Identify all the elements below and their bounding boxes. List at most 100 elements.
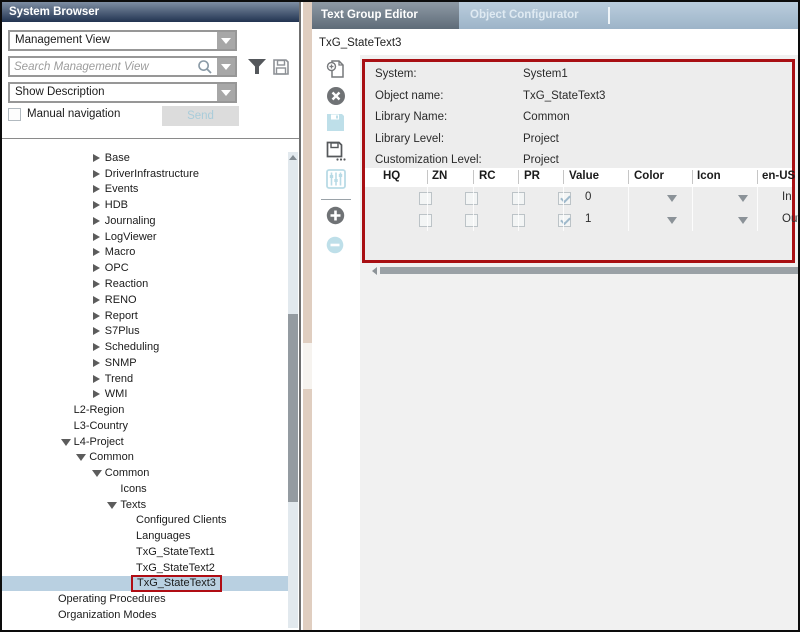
search-box[interactable] [8,56,237,77]
save-view-icon[interactable] [272,58,290,81]
tree-item-operating-procedures[interactable]: Operating Procedures [2,591,288,607]
tab-text-group-editor[interactable]: Text Group Editor [312,2,459,29]
icon-dropdown-icon[interactable] [738,217,748,224]
chevron-right-icon[interactable] [92,200,105,210]
tree-scrollbar[interactable] [288,152,298,628]
chevron-down-icon[interactable] [76,452,89,462]
column-header-icon[interactable]: Icon [697,170,721,182]
column-header-zn[interactable]: ZN [432,170,447,182]
field-value: TxG_StateText3 [523,86,605,108]
column-header-rc[interactable]: RC [479,170,496,182]
pr-checkbox[interactable] [558,192,571,205]
column-header-pr[interactable]: PR [524,170,540,182]
chevron-right-icon[interactable] [92,374,105,384]
tree-item-trend[interactable]: Trend [2,371,288,387]
tree-item-hdb[interactable]: HDB [2,197,288,213]
color-dropdown-icon[interactable] [667,217,677,224]
tree-item-snmp[interactable]: SNMP [2,355,288,371]
tree-item-wmi[interactable]: WMI [2,386,288,402]
tree-scrollbar-thumb[interactable] [288,314,298,502]
tree-item-organization-modes[interactable]: Organization Modes [2,607,288,623]
filter-icon[interactable] [247,58,267,81]
color-dropdown-icon[interactable] [667,195,677,202]
search-input[interactable] [12,58,191,75]
zn-checkbox[interactable] [465,192,478,205]
chevron-down-icon[interactable] [217,32,235,49]
tree-item-macro[interactable]: Macro [2,245,288,261]
chevron-down-icon[interactable] [217,58,235,75]
column-header-hq[interactable]: HQ [383,170,400,182]
tree-item-l4-project[interactable]: L4-Project [2,434,288,450]
manual-navigation-checkbox[interactable] [8,108,21,121]
tree-item-l2-region[interactable]: L2-Region [2,402,288,418]
hq-checkbox[interactable] [419,192,432,205]
editor-toolbar [312,55,360,630]
remove-row-icon[interactable] [326,236,346,256]
chevron-right-icon[interactable] [92,153,105,163]
splitter-handle[interactable] [303,343,312,389]
tree-item-s7plus[interactable]: S7Plus [2,323,288,339]
chevron-right-icon[interactable] [92,169,105,179]
tree-item-txg-statetext3[interactable]: TxG_StateText3 [2,576,288,592]
tab-object-configurator[interactable]: Object Configurator [459,2,609,29]
tree-item-languages[interactable]: Languages [2,528,288,544]
chevron-down-icon[interactable] [61,437,74,447]
column-header-color[interactable]: Color [634,170,664,182]
tree-item-base[interactable]: Base [2,150,288,166]
column-header-value[interactable]: Value [569,170,599,182]
send-button[interactable]: Send [162,106,239,126]
panel-splitter[interactable] [303,2,312,630]
tree-item-report[interactable]: Report [2,308,288,324]
tree-item-events[interactable]: Events [2,182,288,198]
chevron-right-icon[interactable] [92,216,105,226]
delete-icon[interactable] [326,86,346,106]
column-settings-icon[interactable] [326,169,346,189]
zn-checkbox[interactable] [465,214,478,227]
chevron-down-icon[interactable] [107,500,120,510]
tree-item-label: TxG_StateText3 [131,575,222,592]
chevron-right-icon[interactable] [92,263,105,273]
chevron-right-icon[interactable] [92,247,105,257]
horizontal-scrollbar-thumb[interactable] [380,267,798,274]
scroll-up-icon[interactable] [289,155,297,160]
tree-item-texts[interactable]: Texts [2,497,288,513]
description-selector[interactable]: Show Description [8,82,237,103]
tree-item-common[interactable]: Common [2,450,288,466]
add-row-icon[interactable] [326,206,346,226]
tree-item-journaling[interactable]: Journaling [2,213,288,229]
tree-item-txg-statetext2[interactable]: TxG_StateText2 [2,560,288,576]
new-text-group-icon[interactable] [326,59,346,79]
tree-item-icons[interactable]: Icons [2,481,288,497]
tree-item-scheduling[interactable]: Scheduling [2,339,288,355]
tree-item-label: Texts [120,499,146,511]
view-selector[interactable]: Management View [8,30,237,51]
chevron-right-icon[interactable] [92,232,105,242]
chevron-right-icon[interactable] [92,342,105,352]
save-as-icon[interactable] [326,141,346,161]
icon-dropdown-icon[interactable] [738,195,748,202]
tree-item-common[interactable]: Common [2,465,288,481]
tree-item-logviewer[interactable]: LogViewer [2,229,288,245]
chevron-down-icon[interactable] [217,84,235,101]
chevron-right-icon[interactable] [92,311,105,321]
chevron-right-icon[interactable] [92,358,105,368]
tree-item-driverinfrastructure[interactable]: DriverInfrastructure [2,166,288,182]
tree-item-opc[interactable]: OPC [2,260,288,276]
chevron-right-icon[interactable] [92,279,105,289]
chevron-right-icon[interactable] [92,326,105,336]
save-icon[interactable] [326,113,346,133]
tree-item-configured-clients[interactable]: Configured Clients [2,513,288,529]
application-window: System Browser Management View [0,0,800,632]
hq-checkbox[interactable] [419,214,432,227]
tree-item-reno[interactable]: RENO [2,292,288,308]
scroll-left-icon[interactable] [372,267,377,275]
chevron-right-icon[interactable] [92,389,105,399]
chevron-right-icon[interactable] [92,295,105,305]
chevron-right-icon[interactable] [92,184,105,194]
column-header-en-us[interactable]: en-US [762,170,795,182]
pr-checkbox[interactable] [558,214,571,227]
tree-item-l3-country[interactable]: L3-Country [2,418,288,434]
tree-item-reaction[interactable]: Reaction [2,276,288,292]
tree-item-txg-statetext1[interactable]: TxG_StateText1 [2,544,288,560]
chevron-down-icon[interactable] [92,468,105,478]
